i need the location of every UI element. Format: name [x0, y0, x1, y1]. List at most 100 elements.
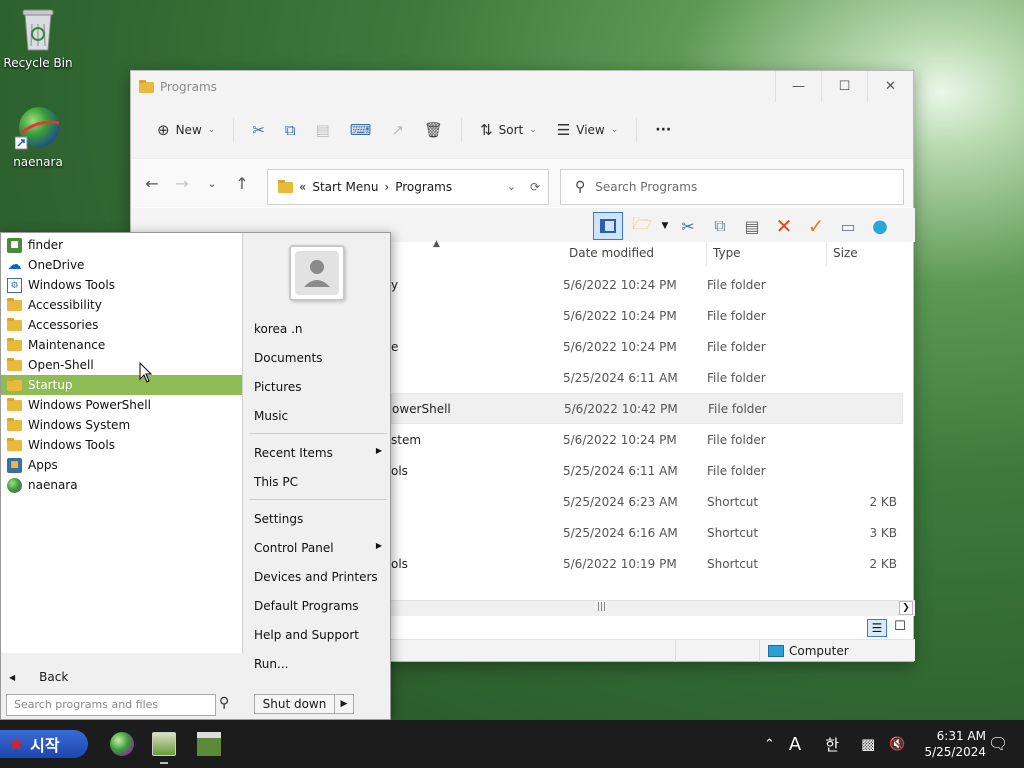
- address-bar[interactable]: « Start Menu › Programs ⌄ ⟳: [267, 169, 549, 205]
- start-search-input[interactable]: Search programs and files: [6, 694, 216, 716]
- program-folder-windows-tools[interactable]: Windows Tools: [1, 435, 242, 455]
- help-support-link[interactable]: Help and Support: [254, 628, 382, 642]
- cut-button[interactable]: ✂: [244, 115, 273, 145]
- program-folder-maintenance[interactable]: Maintenance: [1, 335, 242, 355]
- chevron-down-icon[interactable]: ▼: [661, 213, 669, 239]
- default-programs-link[interactable]: Default Programs: [254, 599, 382, 613]
- user-picture-icon[interactable]: [289, 245, 345, 301]
- pictures-link[interactable]: Pictures: [254, 380, 382, 394]
- copy-button[interactable]: ⧉: [277, 115, 304, 145]
- forward-arrow-icon[interactable]: →: [167, 174, 197, 193]
- start-button[interactable]: ★ 시작: [0, 730, 88, 758]
- address-overflow-chevron[interactable]: «: [299, 180, 306, 194]
- program-folder-accessibility[interactable]: Accessibility: [1, 295, 242, 315]
- window-titlebar[interactable]: Programs — ☐ ✕: [131, 71, 913, 102]
- view-button[interactable]: ☰ View ⌄: [549, 115, 626, 145]
- search-icon[interactable]: ⚲: [219, 695, 229, 711]
- search-input[interactable]: ⚲ Search Programs: [560, 169, 904, 205]
- breadcrumb-programs[interactable]: Programs: [395, 180, 452, 194]
- address-history-chevron-icon[interactable]: ⌄: [507, 180, 516, 194]
- rename-button[interactable]: ⌨: [342, 115, 380, 145]
- checkmark-icon[interactable]: ✓: [803, 213, 829, 239]
- back-triangle-icon: ◀: [9, 672, 16, 682]
- up-arrow-icon[interactable]: ↑: [227, 174, 257, 193]
- breadcrumb-separator[interactable]: ›: [384, 180, 389, 194]
- share-button[interactable]: ↗: [383, 115, 412, 145]
- column-date-modified[interactable]: Date modified: [563, 242, 707, 266]
- column-size[interactable]: Size: [827, 242, 905, 266]
- volume-muted-icon[interactable]: 🔇: [889, 737, 905, 752]
- program-folder-startup[interactable]: Startup: [1, 375, 242, 395]
- table-row[interactable]: y 5/6/2022 10:24 PM File folder: [391, 269, 903, 300]
- program-item-onedrive[interactable]: ☁ OneDrive: [1, 255, 242, 275]
- view-toggle-tiles-icon[interactable]: ☐: [891, 619, 909, 637]
- delete-x-icon[interactable]: ✕: [771, 213, 797, 239]
- program-folder-windows-powershell[interactable]: Windows PowerShell: [1, 395, 242, 415]
- desktop-icon-recycle-bin[interactable]: Recycle Bin: [0, 6, 76, 70]
- program-folder-windows-system[interactable]: Windows System: [1, 415, 242, 435]
- scroll-right-arrow-icon[interactable]: ❯: [899, 601, 913, 615]
- table-row[interactable]: owerShell 5/6/2022 10:42 PM File folder: [391, 393, 903, 424]
- desktop-icon-label: naenara: [13, 155, 63, 169]
- view-toggle-details-icon[interactable]: ☰: [867, 619, 887, 637]
- settings-link[interactable]: Settings: [254, 512, 382, 526]
- program-folder-apps[interactable]: ■ Apps: [1, 455, 242, 475]
- properties-icon[interactable]: ▭: [835, 213, 861, 239]
- recent-locations-chevron-icon[interactable]: ⌄: [197, 177, 227, 190]
- devices-printers-link[interactable]: Devices and Printers: [254, 570, 382, 584]
- scroll-thumb-grip-icon[interactable]: |||: [597, 602, 606, 612]
- column-type[interactable]: Type: [707, 242, 827, 266]
- close-button[interactable]: ✕: [867, 71, 913, 102]
- desktop-icon-naenara[interactable]: naenara: [0, 105, 76, 169]
- back-button[interactable]: ◀ Back: [1, 667, 243, 687]
- table-row[interactable]: stem 5/6/2022 10:24 PM File folder: [391, 424, 903, 455]
- more-options-button[interactable]: ···: [647, 115, 679, 145]
- new-button[interactable]: ⊕ New ⌄: [149, 115, 223, 145]
- program-folder-open-shell[interactable]: Open-Shell: [1, 355, 242, 375]
- user-name-link[interactable]: korea .n: [254, 322, 382, 336]
- horizontal-scrollbar[interactable]: ||| ❯: [391, 600, 915, 616]
- shutdown-button[interactable]: Shut down ▶: [254, 694, 354, 714]
- back-arrow-icon[interactable]: ←: [137, 174, 167, 193]
- control-panel-link[interactable]: Control Panel ▶: [254, 541, 382, 555]
- notifications-icon[interactable]: 🗨: [988, 734, 1008, 753]
- paste-button[interactable]: ▤: [308, 115, 338, 145]
- maximize-button[interactable]: ☐: [821, 71, 867, 102]
- clipboard-icon[interactable]: ▤: [739, 213, 765, 239]
- this-pc-link[interactable]: This PC: [254, 475, 382, 489]
- table-row[interactable]: e 5/6/2022 10:24 PM File folder: [391, 331, 903, 362]
- program-item-finder[interactable]: ■ finder: [1, 235, 242, 255]
- ime-language-indicator[interactable]: 한: [825, 734, 839, 755]
- table-row[interactable]: ols 5/25/2024 6:11 AM File folder: [391, 455, 903, 486]
- table-row[interactable]: 5/25/2024 6:16 AM Shortcut 3 KB: [391, 517, 903, 548]
- sort-button[interactable]: ⇅ Sort ⌄: [472, 115, 545, 145]
- network-icon[interactable]: ▩: [861, 735, 875, 753]
- scissors-icon[interactable]: ✂: [675, 213, 701, 239]
- recent-items-link[interactable]: Recent Items ▶: [254, 446, 382, 460]
- taskbar-naenara-icon[interactable]: [110, 732, 134, 756]
- table-row[interactable]: ols 5/6/2022 10:19 PM Shortcut 2 KB: [391, 548, 903, 579]
- minimize-button[interactable]: —: [775, 71, 821, 102]
- ime-mode-indicator[interactable]: A: [789, 734, 801, 755]
- run-link[interactable]: Run...: [254, 657, 382, 671]
- taskbar-finder-icon[interactable]: [152, 732, 176, 756]
- refresh-icon[interactable]: ⟳: [530, 180, 540, 194]
- delete-button[interactable]: 🗑: [416, 115, 451, 145]
- program-item-naenara[interactable]: naenara: [1, 475, 242, 495]
- program-folder-accessories[interactable]: Accessories: [1, 315, 242, 335]
- table-row[interactable]: 5/6/2022 10:24 PM File folder: [391, 300, 903, 331]
- music-link[interactable]: Music: [254, 409, 382, 423]
- breadcrumb-start-menu[interactable]: Start Menu: [312, 180, 378, 194]
- shutdown-options-arrow-icon[interactable]: ▶: [335, 695, 353, 713]
- table-row[interactable]: 5/25/2024 6:11 AM File folder: [391, 362, 903, 393]
- navigation-pane-icon[interactable]: [593, 212, 623, 240]
- table-row[interactable]: 5/25/2024 6:23 AM Shortcut 2 KB: [391, 486, 903, 517]
- shell-icon[interactable]: ●: [867, 213, 893, 239]
- show-hidden-icons-chevron-icon[interactable]: ⌃: [764, 737, 775, 752]
- program-item-windows-tools[interactable]: ⚙ Windows Tools: [1, 275, 242, 295]
- documents-link[interactable]: Documents: [254, 351, 382, 365]
- select-folder-icon[interactable]: 🗁: [629, 213, 655, 239]
- copy-icon[interactable]: ⧉: [707, 213, 733, 239]
- clock[interactable]: 6:31 AM 5/25/2024: [920, 728, 986, 760]
- taskbar-video-icon[interactable]: [197, 732, 221, 756]
